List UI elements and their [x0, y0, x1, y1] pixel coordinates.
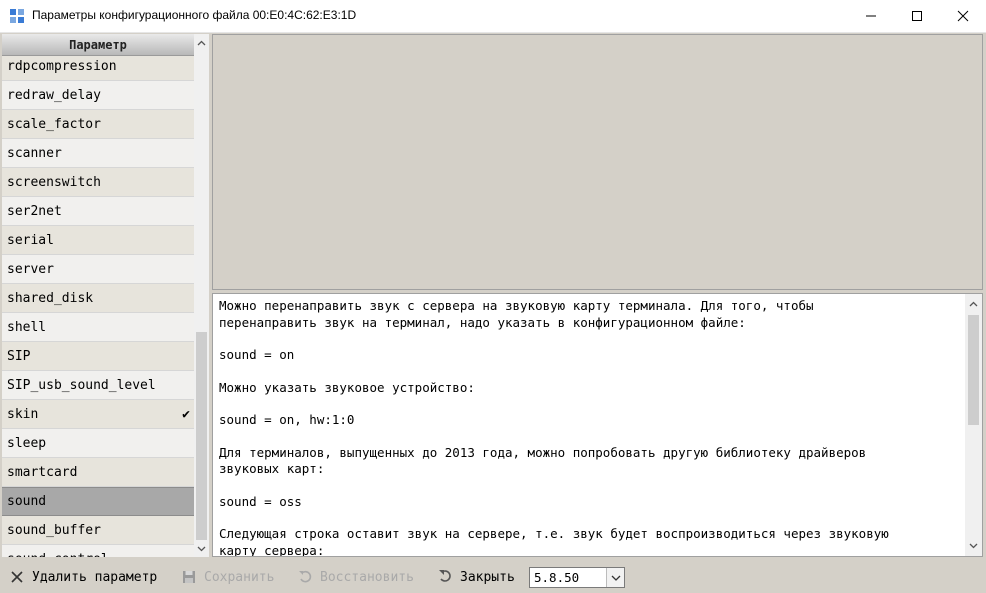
parameter-name: redraw_delay	[7, 87, 101, 103]
parameter-row[interactable]: ser2net	[2, 197, 194, 226]
bottom-toolbar: Удалить параметр Сохранить Восстановить …	[0, 562, 986, 593]
help-text: Можно перенаправить звук с сервера на зв…	[219, 298, 959, 557]
help-scroll-up-button[interactable]	[965, 295, 982, 312]
undo-icon	[296, 568, 314, 586]
parameter-name: skin	[7, 406, 39, 422]
parameter-rows: rdpcompression redraw_delay scale_factorsc…	[2, 52, 194, 557]
parameter-row[interactable]: redraw_delay	[2, 81, 194, 110]
parameter-row[interactable]: scanner	[2, 139, 194, 168]
parameter-column-header[interactable]: Параметр	[2, 34, 194, 56]
parameter-row[interactable]: SIP_usb_sound_level	[2, 371, 194, 400]
help-paragraph: sound = oss	[219, 493, 302, 509]
parameter-name: scale_factor	[7, 116, 101, 132]
parameter-name: SIP	[7, 348, 31, 364]
close-button[interactable]: Закрыть	[436, 566, 515, 588]
parameter-list-scrollbar[interactable]	[194, 34, 209, 557]
help-paragraph: Следующая строка оставит звук на сервере…	[219, 526, 889, 557]
parameter-row[interactable]: screenswitch	[2, 168, 194, 197]
save-label: Сохранить	[204, 569, 275, 585]
help-text-panel[interactable]: Можно перенаправить звук с сервера на зв…	[212, 293, 983, 557]
scroll-up-button[interactable]	[194, 35, 209, 50]
version-value: 5.8.50	[534, 570, 580, 585]
chevron-up-icon	[197, 40, 206, 45]
parameter-row[interactable]: serial	[2, 226, 194, 255]
maximize-button[interactable]	[894, 0, 940, 32]
help-paragraph: Для терминалов, выпущенных до 2013 года,…	[219, 444, 867, 477]
version-select[interactable]: 5.8.50	[529, 567, 625, 588]
parameter-name: serial	[7, 232, 54, 248]
parameter-row[interactable]: sound_control	[2, 545, 194, 557]
restore-label: Восстановить	[320, 569, 414, 585]
version-dropdown-button[interactable]	[606, 568, 624, 587]
parameter-name: sleep	[7, 435, 47, 451]
parameter-row[interactable]: smartcard	[2, 458, 194, 487]
scroll-down-button[interactable]	[194, 541, 209, 556]
save-button[interactable]: Сохранить	[180, 566, 274, 588]
minimize-icon	[866, 15, 876, 17]
parameter-row[interactable]: scale_factor	[2, 110, 194, 139]
help-scrollbar[interactable]	[965, 294, 982, 556]
parameter-row[interactable]: skin ✔	[2, 400, 194, 429]
parameter-row[interactable]: sound	[2, 487, 194, 516]
parameter-name: shell	[7, 319, 47, 335]
parameter-name: sound_buffer	[7, 522, 101, 538]
preview-area	[212, 34, 983, 290]
parameter-name: SIP_usb_sound_level	[7, 377, 156, 393]
close-window-button[interactable]	[940, 0, 986, 32]
parameter-row[interactable]: rdpcompression	[2, 52, 194, 81]
parameter-row[interactable]: server	[2, 255, 194, 284]
parameter-name: sound	[7, 494, 47, 509]
close-door-icon	[436, 568, 454, 586]
chevron-down-icon	[611, 575, 620, 581]
parameter-name: ser2net	[7, 203, 62, 219]
help-paragraph: sound = on, hw:1:0	[219, 412, 355, 427]
parameter-row[interactable]: shared_disk	[2, 284, 194, 313]
parameter-name: shared_disk	[7, 290, 94, 306]
window-title: Параметры конфигурационного файла 00:E0:…	[32, 8, 357, 22]
help-scroll-down-button[interactable]	[965, 537, 982, 554]
delete-parameter-label: Удалить параметр	[32, 569, 158, 585]
restore-button[interactable]: Восстановить	[296, 566, 414, 588]
chevron-down-icon	[197, 546, 206, 551]
chevron-up-icon	[969, 301, 978, 306]
parameter-list[interactable]: Параметр rdpcompression redraw_delayscale…	[2, 34, 209, 557]
chevron-down-icon	[969, 543, 978, 548]
title-bar: Параметры конфигурационного файла 00:E0:…	[0, 0, 986, 33]
parameter-row[interactable]: sound_buffer	[2, 516, 194, 545]
help-paragraph: Можно указать звуковое устройство:	[219, 379, 475, 395]
help-paragraph: Можно перенаправить звук с сервера на зв…	[219, 298, 814, 330]
parameter-name: server	[7, 261, 54, 277]
checkmark-icon: ✔	[182, 406, 190, 422]
help-paragraph: sound = on	[219, 347, 295, 362]
delete-icon	[8, 568, 26, 586]
parameter-name: sound_control	[7, 552, 109, 558]
parameter-name: smartcard	[7, 464, 78, 480]
close-icon	[957, 10, 969, 22]
save-icon	[180, 568, 198, 586]
parameter-name: scanner	[7, 145, 62, 161]
parameter-row[interactable]: SIP	[2, 342, 194, 371]
minimize-button[interactable]	[848, 0, 894, 32]
delete-parameter-button[interactable]: Удалить параметр	[8, 566, 157, 588]
help-scroll-thumb[interactable]	[968, 315, 979, 425]
parameter-row[interactable]: shell	[2, 313, 194, 342]
close-label: Закрыть	[460, 569, 515, 585]
maximize-icon	[912, 11, 922, 21]
scroll-thumb[interactable]	[196, 332, 207, 540]
app-icon	[9, 8, 25, 24]
parameter-row[interactable]: sleep	[2, 429, 194, 458]
parameter-name: screenswitch	[7, 174, 101, 190]
parameter-name: rdpcompression	[7, 58, 117, 74]
